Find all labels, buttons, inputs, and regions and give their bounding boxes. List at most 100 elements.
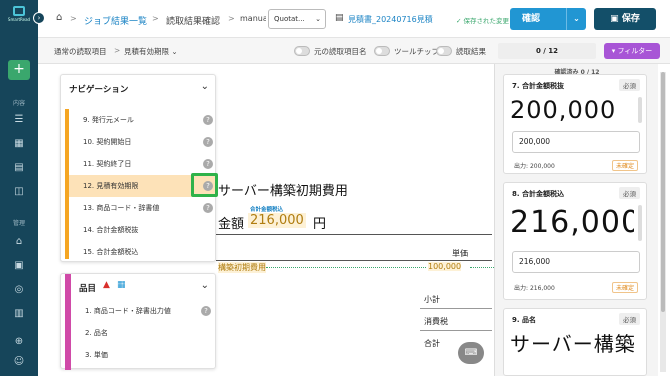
user-icon[interactable]: ☺ (12, 356, 26, 368)
card-title: 8. 合計金額税込 (512, 190, 564, 198)
table-icon[interactable]: ▦ (117, 280, 126, 290)
subtotal-label: 小計 (424, 295, 440, 304)
nav-item-contract-end[interactable]: 11. 契約終了日? (69, 153, 217, 175)
help-icon[interactable]: ? (203, 137, 213, 147)
sidebar: SmartRead + 内容 ☰ ▦ ▤ ◫ 管理 ⌂ ▣ ◎ ▥ ⊕ ☺ (0, 0, 38, 376)
item-label: 3. 単価 (85, 351, 108, 359)
panel-scrollbar[interactable] (660, 72, 666, 372)
nav-item-label: 10. 契約開始日 (83, 138, 132, 146)
confirm-label: 確認 (522, 14, 541, 24)
sidebar-section-label: 内容 (12, 100, 25, 107)
help-icon[interactable]: ? (203, 203, 213, 213)
link-line (266, 267, 426, 268)
highlight-label: 合計金額税込 (250, 207, 284, 213)
template-select[interactable]: Quotat... ⌄ (268, 9, 326, 29)
top-bar: ⌂ > ジョブ結果一覧 > 読取結果確認 > manual Quotat... ⌄… (38, 0, 670, 38)
filter-button[interactable]: ▾ フィルター (604, 43, 660, 59)
nav-item-label: 12. 見積有効期限 (83, 182, 139, 190)
tooltip-label: ツールチップ (394, 47, 439, 56)
item-product-code[interactable]: 1. 商品コード・辞書出力値? (71, 300, 215, 322)
nav-item-total-incl-tax[interactable]: 15. 合計金額税込 (69, 241, 217, 263)
filter-label: フィルター (617, 47, 653, 55)
read-result-toggle[interactable] (436, 46, 452, 56)
document-title-text: サーバー構築初期費用 (218, 184, 348, 199)
app-logo[interactable]: SmartRead (4, 6, 34, 23)
navigation-panel: ナビゲーション ⌄ 9. 発行元メール? 10. 契約開始日? 11. 契約終了… (60, 74, 217, 263)
grid-icon[interactable]: ▦ (12, 138, 26, 150)
output-value: 出力: 200,000 (514, 161, 555, 170)
divider (420, 330, 492, 331)
value-input[interactable]: 200,000 (512, 131, 640, 153)
row-price-highlight[interactable]: 100,000 (428, 262, 462, 271)
warning-icon: ▲ (103, 280, 110, 290)
field-card-total-excl-tax[interactable]: 7. 合計金額税抜 必須 200,000 200,000 出力: 200,000… (503, 74, 647, 174)
item-label: 1. 商品コード・辞書出力値 (85, 307, 171, 315)
nav-item-label: 11. 契約終了日 (83, 160, 132, 168)
row-label-highlight[interactable]: 構築初期費用 (218, 262, 266, 273)
secondary-toolbar: 通常の読取項目 > 見積有効期限 ⌄ 元の読取項目名 ツールチップ 読取結果 0… (38, 38, 670, 64)
breadcrumb-separator: > (114, 46, 121, 55)
item-unit-price[interactable]: 3. 単価 (71, 344, 215, 366)
nav-item-label: 13. 商品コード・辞書値 (83, 204, 160, 212)
items-panel: 品目 ▲ ▦ ⌄ 1. 商品コード・辞書出力値? 2. 品名 3. 単価 (60, 273, 216, 370)
home-icon[interactable]: ⌂ (56, 12, 62, 23)
required-badge: 必須 (619, 79, 640, 91)
link-line (470, 267, 494, 268)
save-label: 保存 (621, 14, 640, 24)
chevron-down-icon[interactable]: ⌄ (201, 280, 209, 291)
chevron-down-icon[interactable]: ⌄ (201, 81, 209, 92)
card-image-value: サーバー構築初期費用 (510, 332, 634, 356)
tax-label: 消費税 (424, 317, 448, 326)
help-icon[interactable]: ? (203, 159, 213, 169)
help-icon[interactable]: ? (203, 115, 213, 125)
chevron-down-icon[interactable]: ⌄ (566, 8, 586, 30)
logo-text: SmartRead (7, 17, 31, 22)
document-icon: ▤ (335, 13, 344, 23)
sidebar-section-label-admin: 管理 (12, 220, 25, 227)
navigation-title: ナビゲーション (69, 85, 129, 95)
help-icon[interactable]: ? (201, 306, 211, 316)
field-selector[interactable]: 見積有効期限 ⌄ (124, 46, 178, 57)
nav-item-product-code[interactable]: 13. 商品コード・辞書値? (69, 197, 217, 219)
original-name-toggle[interactable] (294, 46, 310, 56)
saved-status: ✓ 保存された変更 (456, 17, 510, 25)
confirmed-count: 0 / 12 (498, 43, 596, 59)
document-link[interactable]: 見積書_20240716見積 (348, 14, 450, 25)
image-icon[interactable]: ▣ (12, 260, 26, 272)
breadcrumb-separator: > (70, 14, 77, 23)
card-scrollbar[interactable] (638, 205, 642, 241)
keyboard-icon[interactable]: ⌨ (458, 342, 484, 364)
scrollbar-thumb[interactable] (661, 72, 665, 312)
add-button[interactable]: + (8, 60, 30, 80)
report-icon[interactable]: ▥ (12, 308, 26, 320)
breadcrumb-job-results[interactable]: ジョブ結果一覧 (84, 14, 147, 27)
value-input[interactable]: 216,000 (512, 251, 640, 273)
field-card-total-incl-tax[interactable]: 8. 合計金額税込 必須 216,000 216,000 出力: 216,000… (503, 182, 647, 300)
support-icon[interactable]: ⊕ (12, 336, 26, 348)
nav-item-total-excl-tax[interactable]: 14. 合計金額税抜 (69, 219, 217, 241)
card-scrollbar[interactable] (638, 97, 642, 123)
chat-icon[interactable]: ◫ (12, 186, 26, 198)
confirmation-panel: 確認済み 0 / 12 7. 合計金額税抜 必須 200,000 200,000… (494, 64, 658, 376)
save-button[interactable]: ▣ 保存 (594, 8, 656, 30)
document-icon[interactable]: ▤ (12, 162, 26, 174)
card-image-value: 216,000 (510, 205, 634, 240)
list-icon[interactable]: ☰ (12, 114, 26, 126)
breadcrumb-separator: > (152, 14, 159, 23)
yen-label: 円 (313, 217, 327, 232)
sidebar-collapse-toggle[interactable]: › (33, 12, 45, 24)
building-icon[interactable]: ⌂ (12, 236, 26, 248)
item-product-name[interactable]: 2. 品名 (71, 322, 215, 344)
field-card-product-name[interactable]: 9. 品名 必須 サーバー構築初期費用 (503, 308, 647, 376)
nav-item-issuer-email[interactable]: 9. 発行元メール? (69, 109, 217, 131)
reading-item-type[interactable]: 通常の読取項目 (54, 46, 107, 57)
globe-icon[interactable]: ◎ (12, 284, 26, 296)
breadcrumb-manual: manual (240, 14, 266, 23)
unit-price-header: 単価 (452, 249, 468, 258)
tooltip-toggle[interactable] (374, 46, 390, 56)
confirm-button[interactable]: 確認 ⌄ (510, 8, 586, 30)
nav-item-contract-start[interactable]: 10. 契約開始日? (69, 131, 217, 153)
amount-highlight[interactable]: 216,000 (248, 213, 306, 228)
read-result-label: 読取結果 (456, 47, 486, 56)
divider (216, 260, 492, 261)
